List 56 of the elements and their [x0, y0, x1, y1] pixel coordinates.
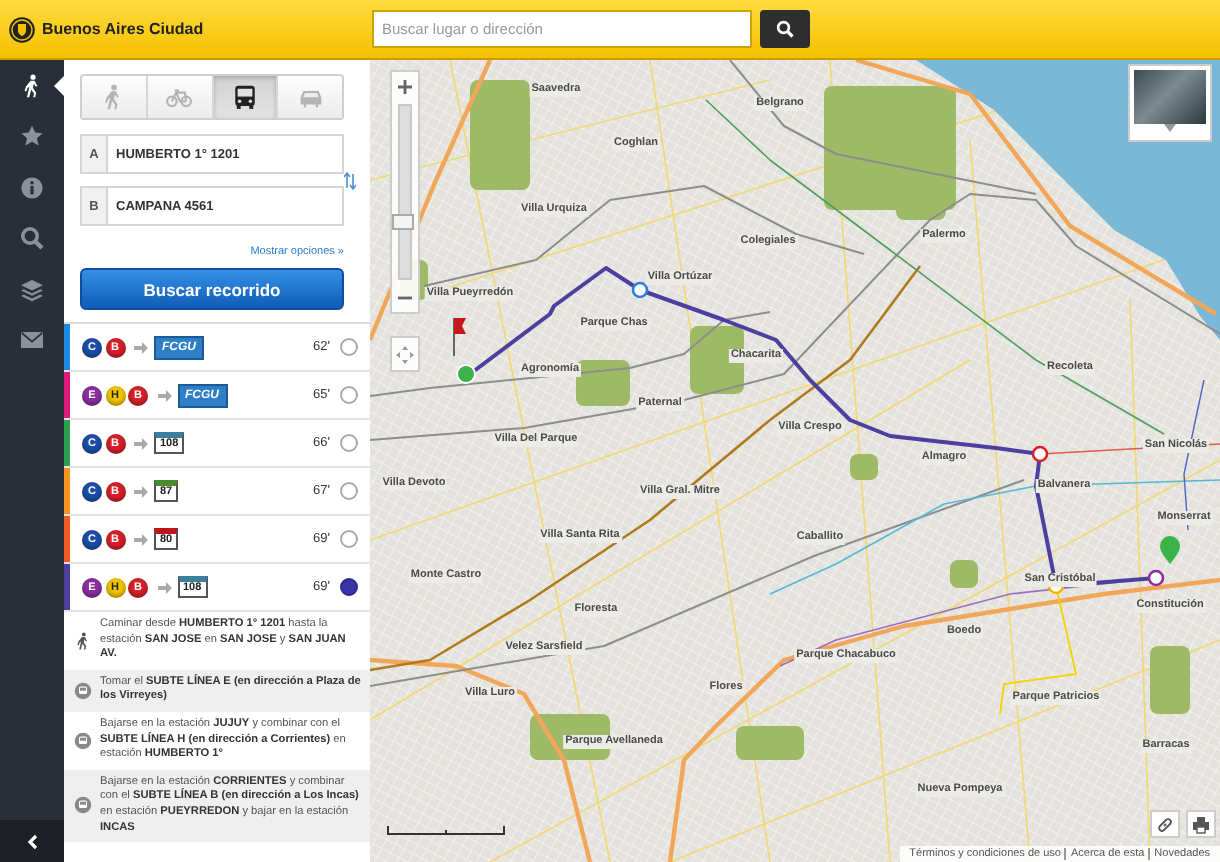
- search-icon: [776, 20, 794, 38]
- route-radio[interactable]: [340, 530, 358, 548]
- route-radio[interactable]: [340, 386, 358, 404]
- envelope-icon: [20, 328, 44, 353]
- print-button[interactable]: [1186, 810, 1216, 838]
- zoom-slider[interactable]: [398, 104, 412, 280]
- route-radio[interactable]: [340, 338, 358, 356]
- travel-mode-tab[interactable]: [211, 76, 277, 118]
- star-icon: [20, 124, 44, 149]
- site-title: Buenos Aires Ciudad: [42, 20, 204, 38]
- arrow-right-icon: [134, 485, 148, 497]
- satellite-view-button[interactable]: [1128, 64, 1212, 142]
- arrow-right-icon: [134, 533, 148, 545]
- arrow-right-icon: [134, 341, 148, 353]
- layers-icon: [20, 277, 44, 302]
- park: [576, 360, 630, 406]
- search-route-button[interactable]: Buscar recorrido: [80, 268, 344, 310]
- walking-person-icon: [73, 631, 91, 650]
- park: [736, 726, 804, 760]
- chevron-left-icon: [25, 833, 39, 849]
- swap-icon[interactable]: [344, 171, 356, 189]
- satellite-thumbnail: [1134, 70, 1206, 124]
- pan-button[interactable]: [390, 336, 420, 372]
- park: [850, 454, 878, 480]
- flag-marker-icon: [453, 317, 466, 357]
- link-button[interactable]: [1150, 810, 1180, 838]
- search-icon: [20, 226, 44, 251]
- bus-icon: [231, 84, 258, 110]
- scale-bar-icon: [386, 822, 506, 838]
- city-seal-icon: [8, 15, 36, 43]
- route-radio[interactable]: [340, 434, 358, 452]
- bicycle-icon: [166, 84, 193, 110]
- zoom-slider-thumb[interactable]: [392, 214, 414, 231]
- collapse-button[interactable]: [0, 820, 64, 862]
- subway-station-icon: [631, 281, 649, 299]
- subway-icon: [73, 681, 91, 700]
- info-icon: [20, 175, 44, 200]
- arrow-right-icon: [157, 581, 171, 593]
- move-arrows-icon: [396, 345, 414, 363]
- park: [1150, 646, 1190, 714]
- park: [950, 560, 978, 588]
- subway-icon: [73, 731, 91, 750]
- arrow-right-icon: [134, 437, 148, 449]
- route-radio[interactable]: [340, 482, 358, 500]
- subway-icon: [73, 796, 91, 815]
- plus-icon: [398, 79, 412, 93]
- subway-station-icon: [1031, 445, 1049, 463]
- subway-station-icon: [1147, 569, 1165, 587]
- route-radio[interactable]: [340, 578, 358, 596]
- arrow-right-icon: [157, 389, 171, 401]
- minus-icon: [398, 296, 412, 300]
- printer-icon: [1192, 815, 1210, 833]
- search-button[interactable]: [760, 10, 810, 48]
- walk-pin-icon: [1160, 536, 1180, 564]
- park: [470, 80, 530, 190]
- link-icon: [1156, 815, 1174, 833]
